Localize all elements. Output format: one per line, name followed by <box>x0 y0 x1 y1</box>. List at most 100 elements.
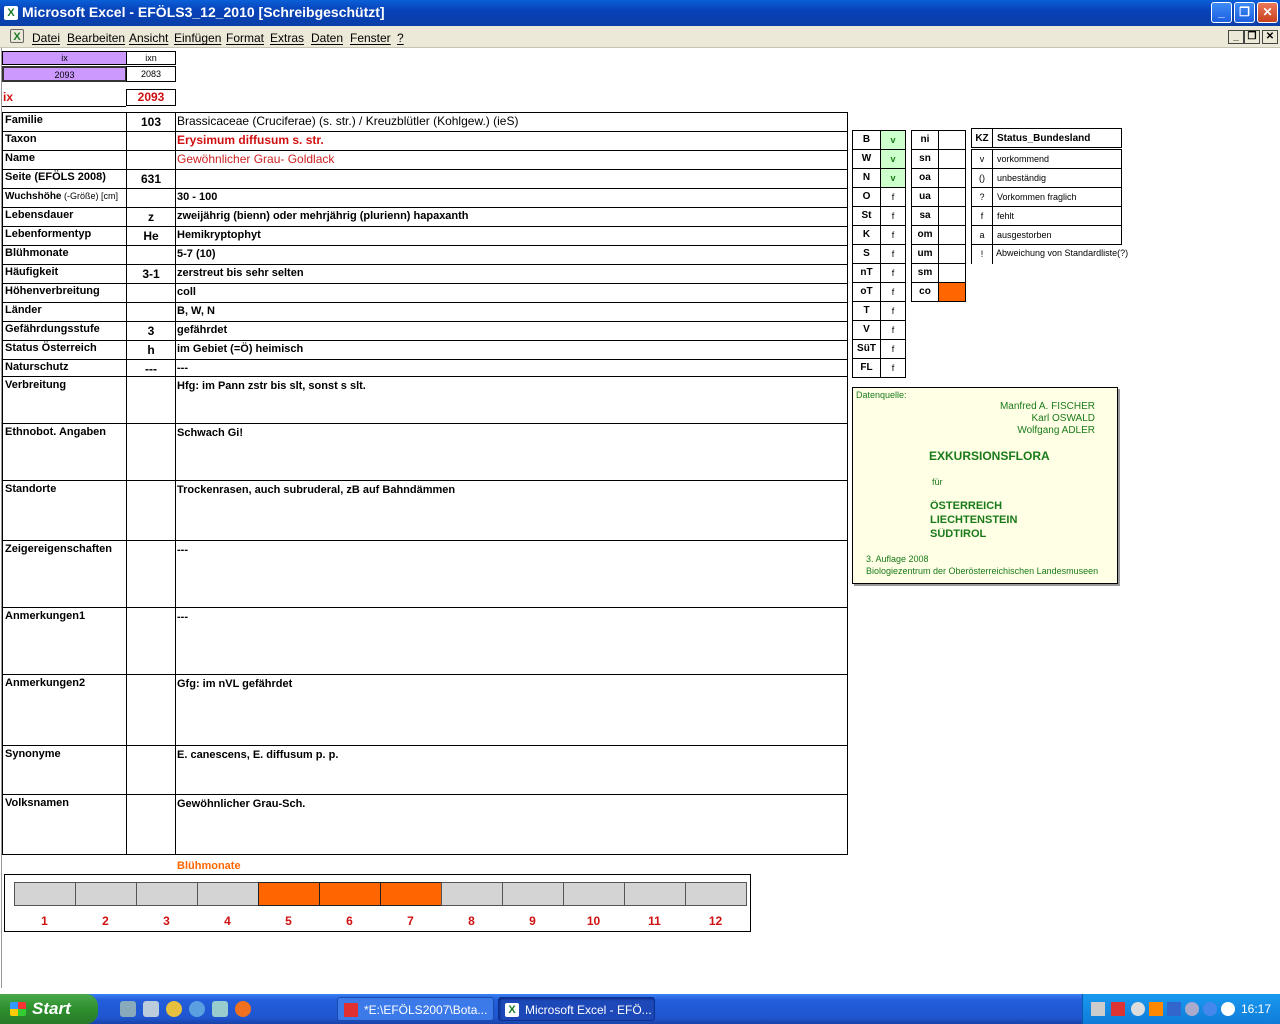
row-value-verbreitung[interactable]: Hfg: im Pann zstr bis slt, sonst s slt. <box>177 379 845 395</box>
state-value-n[interactable]: v <box>880 168 906 188</box>
row-value-gefaehrdung[interactable]: gefährdet <box>177 323 845 339</box>
window-title-bar[interactable]: X Microsoft Excel - EFÖLS3_12_2010 [Schr… <box>0 0 1280 26</box>
row-label-naturschutz[interactable]: Naturschutz <box>3 360 125 376</box>
shield-icon[interactable] <box>1167 1002 1181 1016</box>
row-value-lebensdauer[interactable]: zweijährig (bienn) oder mehrjährig (plur… <box>177 209 845 225</box>
menu-datei[interactable]: Datei <box>32 31 60 45</box>
height-code-om[interactable]: om <box>911 225 939 245</box>
row-label-ethnobot[interactable]: Ethnobot. Angaben <box>3 425 125 441</box>
row-code-haeufigkeit[interactable]: 3-1 <box>127 266 175 282</box>
row-label-haeufigkeit[interactable]: Häufigkeit <box>3 265 125 281</box>
row-label-hoehe[interactable]: Höhenverbreitung <box>3 284 125 300</box>
menu-daten[interactable]: Daten <box>311 31 343 45</box>
row-value-name[interactable]: Gewöhnlicher Grau- Goldlack <box>177 152 845 168</box>
doc-minimize-button[interactable]: _ <box>1228 30 1244 44</box>
antivirus-icon[interactable] <box>1221 1002 1235 1016</box>
row-value-anm1[interactable]: --- <box>177 610 845 626</box>
doc-close-button[interactable]: ✕ <box>1262 30 1278 44</box>
row-label-anm2[interactable]: Anmerkungen2 <box>3 676 125 692</box>
row-label-lebensform[interactable]: Lebenformentyp <box>3 227 125 243</box>
state-value-ot[interactable]: f <box>880 282 906 302</box>
row-value-seite[interactable] <box>177 171 845 187</box>
state-code-b[interactable]: B <box>852 130 881 150</box>
ixn-header-cell[interactable]: ixn <box>126 51 176 65</box>
row-value-laender[interactable]: B, W, N <box>177 304 845 320</box>
menu-fenster[interactable]: Fenster <box>350 31 391 45</box>
row-value-naturschutz[interactable]: --- <box>177 361 845 377</box>
menu-extras[interactable]: Extras <box>270 31 304 45</box>
row-value-bluehmonate[interactable]: 5-7 (10) <box>177 247 845 263</box>
state-code-w[interactable]: W <box>852 149 881 169</box>
state-value-süt[interactable]: f <box>880 339 906 359</box>
row-value-standorte[interactable]: Trockenrasen, auch subruderal, zB auf Ba… <box>177 483 845 499</box>
row-label-wuchs[interactable]: Wuchshöhe (-Größe) [cm] <box>3 189 125 205</box>
menu-bearbeiten[interactable]: Bearbeiten <box>67 31 125 45</box>
taskbar-task-excel[interactable]: X Microsoft Excel - EFÖ... <box>498 997 655 1021</box>
ixn-value-cell[interactable]: 2083 <box>126 66 176 82</box>
height-value-om[interactable] <box>938 225 966 245</box>
state-code-fl[interactable]: FL <box>852 358 881 378</box>
state-code-nt[interactable]: nT <box>852 263 881 283</box>
state-code-ot[interactable]: oT <box>852 282 881 302</box>
quicklaunch-media-icon[interactable] <box>166 1001 182 1017</box>
row-value-anm2[interactable]: Gfg: im nVL gefährdet <box>177 677 845 693</box>
document-icon[interactable]: X <box>10 29 24 43</box>
height-value-sm[interactable] <box>938 263 966 283</box>
state-value-nt[interactable]: f <box>880 263 906 283</box>
row-value-ethnobot[interactable]: Schwach Gi! <box>177 426 845 442</box>
row-code-name[interactable] <box>127 152 175 168</box>
quicklaunch-explorer-icon[interactable] <box>143 1001 159 1017</box>
row-code-laender[interactable] <box>127 304 175 320</box>
row-code-lebensdauer[interactable]: z <box>127 209 175 225</box>
row-code-bluehmonate[interactable] <box>127 247 175 263</box>
taskbar-task-editor[interactable]: *E:\EFÖLS2007\Bota... <box>337 997 494 1021</box>
row-code-lebensform[interactable]: He <box>127 228 175 244</box>
row-label-familie[interactable]: Familie <box>3 113 125 129</box>
height-code-ni[interactable]: ni <box>911 130 939 150</box>
state-value-v[interactable]: f <box>880 320 906 340</box>
doc-restore-button[interactable]: ❐ <box>1244 30 1260 44</box>
height-value-ni[interactable] <box>938 130 966 150</box>
search-icon[interactable] <box>1131 1002 1145 1016</box>
row-value-taxon[interactable]: Erysimum diffusum s. str. <box>177 133 845 149</box>
row-label-lebensdauer[interactable]: Lebensdauer <box>3 208 125 224</box>
state-value-s[interactable]: f <box>880 244 906 264</box>
height-value-ua[interactable] <box>938 187 966 207</box>
menu-format[interactable]: Format <box>226 31 264 45</box>
row-label-synonyme[interactable]: Synonyme <box>3 747 125 763</box>
height-value-sa[interactable] <box>938 206 966 226</box>
height-value-oa[interactable] <box>938 168 966 188</box>
ix-header-cell[interactable]: ix <box>2 51 127 65</box>
state-code-t[interactable]: T <box>852 301 881 321</box>
state-value-k[interactable]: f <box>880 225 906 245</box>
row-code-gefaehrdung[interactable]: 3 <box>127 323 175 339</box>
ix-big-value[interactable]: 2093 <box>126 89 176 106</box>
height-code-ua[interactable]: ua <box>911 187 939 207</box>
height-value-co[interactable] <box>938 282 966 302</box>
state-code-st[interactable]: St <box>852 206 881 226</box>
height-value-um[interactable] <box>938 244 966 264</box>
row-value-zeiger[interactable]: --- <box>177 543 845 559</box>
height-value-sn[interactable] <box>938 149 966 169</box>
height-code-sn[interactable]: sn <box>911 149 939 169</box>
quicklaunch-outlook-icon[interactable] <box>212 1001 228 1017</box>
row-code-hoehe[interactable] <box>127 285 175 301</box>
row-code-seite[interactable]: 631 <box>127 171 175 187</box>
row-code-familie[interactable]: 103 <box>127 114 175 130</box>
height-code-oa[interactable]: oa <box>911 168 939 188</box>
state-value-o[interactable]: f <box>880 187 906 207</box>
row-code-status[interactable]: h <box>127 342 175 358</box>
row-label-seite[interactable]: Seite (EFÖLS 2008) <box>3 170 125 186</box>
update-icon[interactable] <box>1149 1002 1163 1016</box>
row-code-wuchs[interactable] <box>127 190 175 206</box>
network-icon[interactable] <box>1091 1002 1105 1016</box>
state-value-fl[interactable]: f <box>880 358 906 378</box>
excel-app-icon[interactable]: X <box>4 6 18 20</box>
row-value-wuchs[interactable]: 30 - 100 <box>177 190 845 206</box>
state-code-v[interactable]: V <box>852 320 881 340</box>
state-value-b[interactable]: v <box>880 130 906 150</box>
row-value-familie[interactable]: Brassicaceae (Cruciferae) (s. str.) / Kr… <box>177 114 845 130</box>
state-code-k[interactable]: K <box>852 225 881 245</box>
row-label-verbreitung[interactable]: Verbreitung <box>3 378 125 394</box>
row-value-synonyme[interactable]: E. canescens, E. diffusum p. p. <box>177 748 845 764</box>
